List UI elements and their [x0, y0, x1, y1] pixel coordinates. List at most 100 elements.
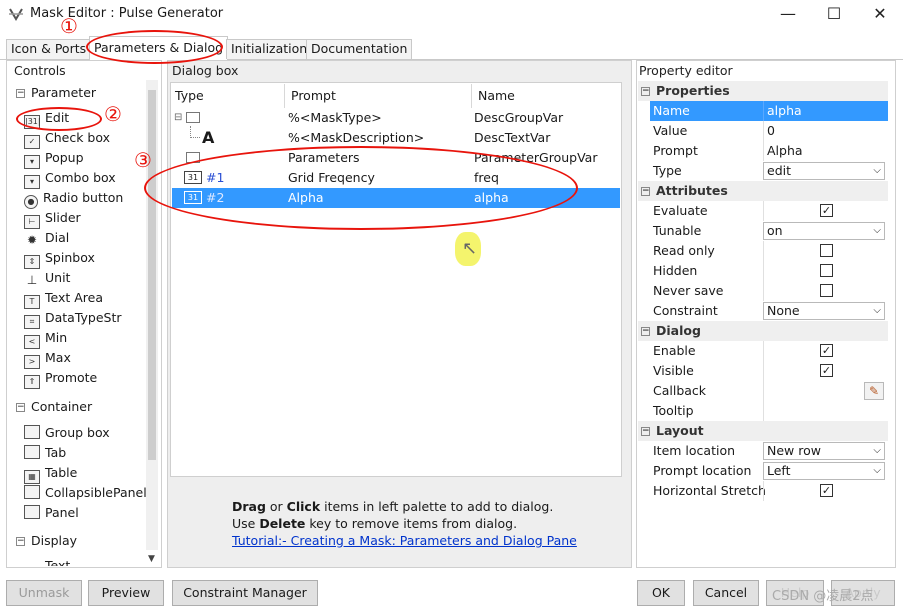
never-save-checkbox[interactable] — [820, 284, 833, 297]
visible-checkbox[interactable]: ✓ — [820, 364, 833, 377]
simulink-app-icon — [8, 6, 24, 22]
prop-name[interactable]: Name alpha — [650, 101, 888, 121]
control-radio-button[interactable]: ● Radio button — [24, 188, 123, 209]
tree-line — [190, 126, 200, 138]
control-popup[interactable]: ▾ Popup — [24, 148, 84, 169]
evaluate-checkbox[interactable]: ✓ — [820, 204, 833, 217]
container-group-header[interactable]: − Container — [16, 399, 92, 414]
prop-enable[interactable]: Enable ✓ — [650, 341, 888, 361]
constraint-manager-button[interactable]: Constraint Manager — [172, 580, 318, 606]
section-properties[interactable]: − Properties — [638, 81, 888, 101]
control-text[interactable]: AText — [24, 556, 70, 566]
parameter-group-label: Parameter — [31, 85, 97, 100]
collapse-icon: − — [16, 536, 25, 546]
minimize-button[interactable]: — — [765, 0, 811, 30]
column-prompt[interactable]: Prompt — [285, 84, 472, 108]
control-panel[interactable]: Panel — [24, 503, 79, 523]
promote-icon: ⇑ — [24, 375, 40, 389]
close-button[interactable]: ✕ — [857, 0, 903, 30]
dial-icon: ✹ — [26, 233, 38, 247]
prop-never-save[interactable]: Never save — [650, 281, 888, 301]
prompt-location-dropdown[interactable]: Left ⌵ — [763, 462, 885, 480]
annotation-ellipse-tab — [86, 30, 223, 64]
controls-scroll-thumb[interactable] — [148, 90, 156, 460]
prop-visible[interactable]: Visible ✓ — [650, 361, 888, 381]
item-location-dropdown[interactable]: New row ⌵ — [763, 442, 885, 460]
control-text-area[interactable]: T Text Area — [24, 288, 103, 309]
prop-type[interactable]: Type edit ⌵ — [650, 161, 888, 181]
control-table[interactable]: ▦ Table — [24, 463, 77, 484]
control-promote[interactable]: ⇑ Promote — [24, 368, 97, 389]
control-slider[interactable]: ⊢ Slider — [24, 208, 81, 229]
prop-read-only[interactable]: Read only — [650, 241, 888, 261]
control-check-box[interactable]: ✓ Check box — [24, 128, 110, 149]
table-row[interactable]: ⊟ %<MaskType> DescGroupVar — [172, 108, 620, 128]
column-name[interactable]: Name — [472, 84, 620, 108]
checkbox-icon: ✓ — [24, 135, 40, 149]
tutorial-link[interactable]: Tutorial:- Creating a Mask: Parameters a… — [232, 533, 577, 548]
enable-checkbox[interactable]: ✓ — [820, 344, 833, 357]
cancel-button[interactable]: Cancel — [693, 580, 759, 606]
display-group-header[interactable]: − Display — [16, 533, 77, 548]
tab-icon-ports[interactable]: Icon & Ports — [6, 39, 92, 59]
type-dropdown[interactable]: edit ⌵ — [763, 162, 885, 180]
control-datatypestr[interactable]: ⌗ DataTypeStr — [24, 308, 122, 329]
hidden-checkbox[interactable] — [820, 264, 833, 277]
control-group-box[interactable]: Group box — [24, 423, 110, 443]
watermark: CSDN @凌晨2点 — [772, 589, 874, 604]
groupbox-icon — [24, 425, 40, 439]
mouse-cursor-icon: ↖ — [462, 238, 478, 259]
prop-hidden[interactable]: Hidden — [650, 261, 888, 281]
control-collapsible-panel[interactable]: CollapsiblePanel — [24, 483, 147, 503]
parameter-group-header[interactable]: − Parameter — [16, 85, 96, 100]
prop-value[interactable]: Value 0 — [650, 121, 888, 141]
control-dial[interactable]: ✹ Dial — [24, 228, 69, 248]
collapse-icon: − — [641, 326, 650, 336]
horizontal-stretch-checkbox[interactable]: ✓ — [820, 484, 833, 497]
tunable-dropdown[interactable]: on ⌵ — [763, 222, 885, 240]
annotation-number-2: ② — [104, 102, 122, 126]
chevron-down-icon: ⌵ — [873, 445, 881, 456]
spinbox-icon: ⇕ — [24, 255, 40, 269]
display-group-label: Display — [31, 533, 78, 548]
prop-tunable[interactable]: Tunable on ⌵ — [650, 221, 888, 241]
prop-horizontal-stretch[interactable]: Horizontal Stretch ✓ — [650, 481, 888, 501]
prop-tooltip[interactable]: Tooltip — [650, 401, 888, 421]
prop-callback[interactable]: Callback ✎ — [650, 381, 888, 401]
control-combo-box[interactable]: ▾ Combo box — [24, 168, 116, 189]
value-field[interactable]: 0 — [763, 121, 885, 141]
tooltip-field[interactable] — [763, 401, 885, 421]
maximize-button[interactable]: ☐ — [811, 0, 857, 30]
preview-button[interactable]: Preview — [88, 580, 164, 606]
tab-icon — [24, 445, 40, 459]
collapsible-panel-icon — [24, 485, 40, 499]
prompt-field[interactable]: Alpha — [763, 141, 885, 161]
tab-documentation[interactable]: Documentation — [306, 39, 413, 59]
scroll-down-icon[interactable]: ▼ — [148, 554, 155, 564]
control-spinbox[interactable]: ⇕ Spinbox — [24, 248, 95, 269]
prop-item-location[interactable]: Item location New row ⌵ — [650, 441, 888, 461]
pencil-icon[interactable]: ✎ — [864, 382, 884, 400]
ok-button[interactable]: OK — [637, 580, 685, 606]
dialog-help-text: Drag or Click items in left palette to a… — [232, 499, 577, 548]
section-dialog[interactable]: − Dialog — [638, 321, 888, 341]
read-only-checkbox[interactable] — [820, 244, 833, 257]
constraint-dropdown[interactable]: None ⌵ — [763, 302, 885, 320]
control-min[interactable]: < Min — [24, 328, 67, 349]
prop-prompt[interactable]: Prompt Alpha — [650, 141, 888, 161]
unmask-button[interactable]: Unmask — [6, 580, 82, 606]
control-max[interactable]: > Max — [24, 348, 71, 369]
tab-initialization[interactable]: Initialization — [226, 39, 313, 59]
name-field[interactable]: alpha — [763, 101, 885, 121]
control-unit[interactable]: ⊥ Unit — [24, 268, 71, 288]
annotation-ellipse-rows — [144, 146, 578, 230]
table-row[interactable]: A %<MaskDescription> DescTextVar — [172, 126, 620, 148]
prop-prompt-location[interactable]: Prompt location Left ⌵ — [650, 461, 888, 481]
prop-constraint[interactable]: Constraint None ⌵ — [650, 301, 888, 321]
control-tab[interactable]: Tab — [24, 443, 66, 463]
section-layout[interactable]: − Layout — [638, 421, 888, 441]
column-type[interactable]: Type — [171, 84, 285, 108]
max-icon: > — [24, 355, 40, 369]
prop-evaluate[interactable]: Evaluate ✓ — [650, 201, 888, 221]
section-attributes[interactable]: − Attributes — [638, 181, 888, 201]
